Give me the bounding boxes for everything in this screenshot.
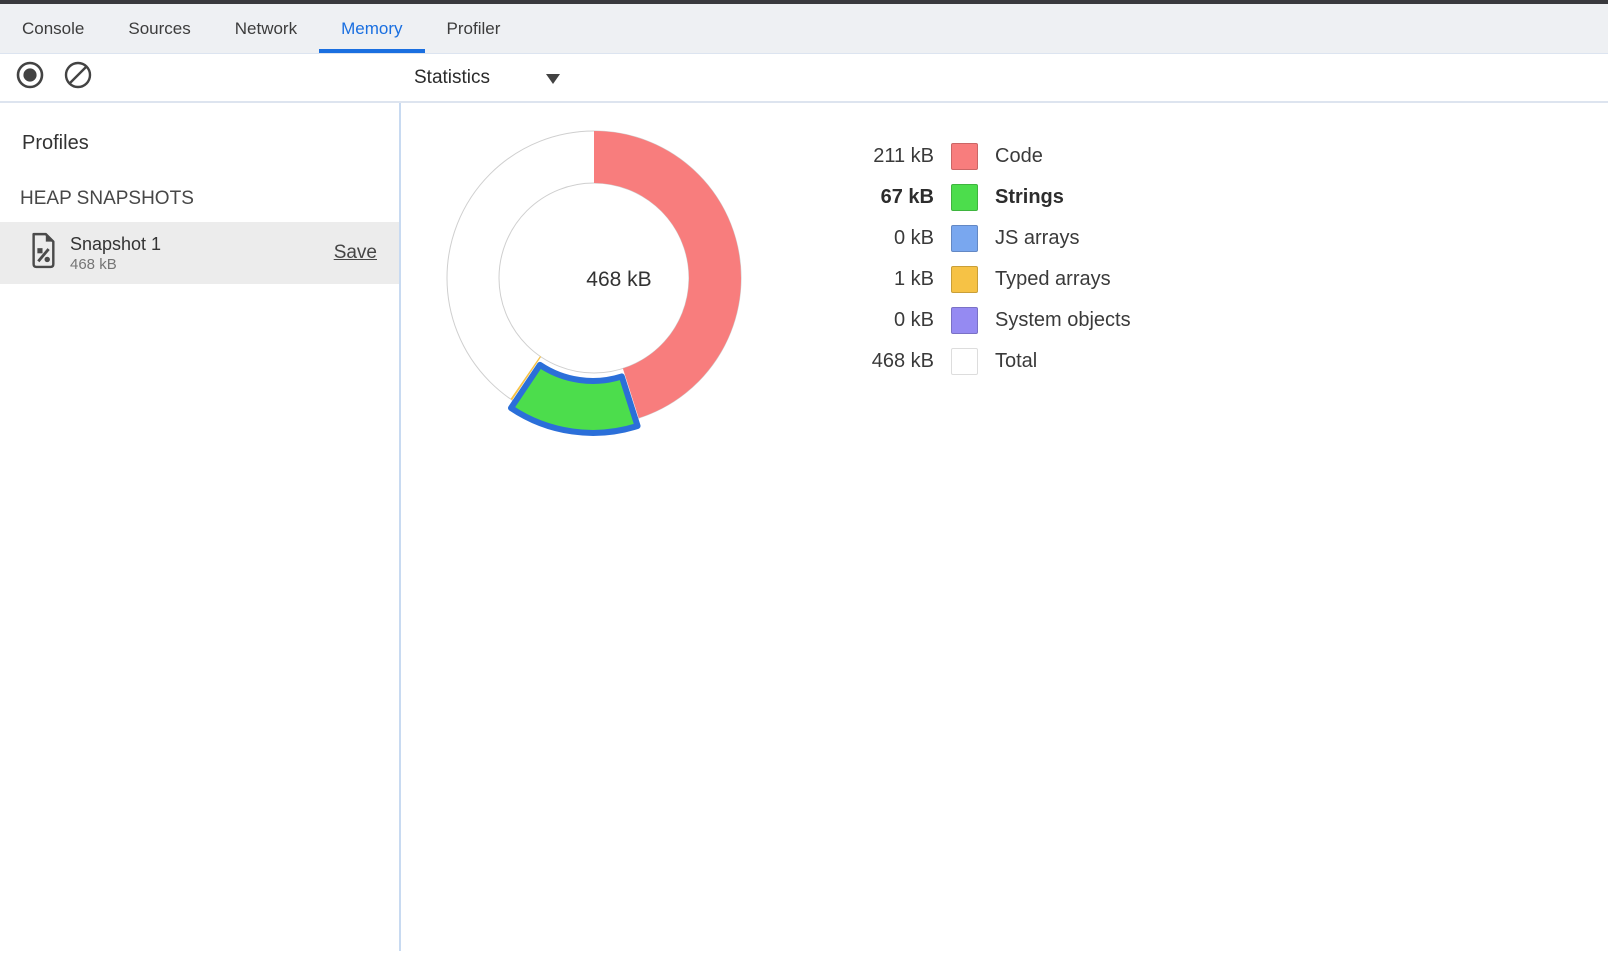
legend-swatch-typed-arrays	[951, 266, 978, 293]
tab-profiler[interactable]: Profiler	[425, 4, 523, 53]
tab-memory[interactable]: Memory	[319, 4, 424, 53]
legend-label: System objects	[995, 309, 1131, 332]
legend-label: JS arrays	[995, 227, 1079, 250]
legend-label: Total	[995, 350, 1037, 373]
legend-row-code[interactable]: 211 kB Code	[834, 136, 1131, 177]
legend-label: Code	[995, 145, 1043, 168]
heap-statistics-donut-chart: 468 kB	[424, 108, 764, 448]
toolbar-right-section: Statistics	[401, 54, 1608, 101]
chart-slice-strings[interactable]	[511, 365, 638, 433]
perspective-dropdown-label: Statistics	[414, 67, 490, 89]
statistics-view: 468 kB 211 kB Code 67 kB Strings 0 kB JS…	[399, 103, 1608, 951]
perspective-dropdown[interactable]: Statistics	[414, 67, 560, 89]
legend-label: Typed arrays	[995, 268, 1111, 291]
panel-body: Profiles HEAP SNAPSHOTS Snapshot 1 468 k…	[0, 103, 1608, 951]
legend-swatch-js-arrays	[951, 225, 978, 252]
chart-legend: 211 kB Code 67 kB Strings 0 kB JS arrays…	[834, 136, 1131, 382]
legend-swatch-code	[951, 143, 978, 170]
legend-value: 468 kB	[834, 350, 934, 373]
legend-swatch-system-objects	[951, 307, 978, 334]
devtools-tab-bar: Console Sources Network Memory Profiler	[0, 4, 1608, 54]
snapshot-texts: Snapshot 1 468 kB	[70, 233, 161, 274]
tab-console[interactable]: Console	[0, 4, 106, 53]
save-snapshot-link[interactable]: Save	[334, 242, 377, 264]
profiles-heading: Profiles	[22, 132, 399, 155]
legend-value: 211 kB	[834, 145, 934, 168]
legend-value: 0 kB	[834, 309, 934, 332]
snapshot-size: 468 kB	[70, 256, 161, 274]
legend-row-total[interactable]: 468 kB Total	[834, 341, 1131, 382]
heap-snapshot-document-icon	[28, 232, 58, 274]
legend-label: Strings	[995, 186, 1064, 209]
record-heap-button[interactable]	[15, 63, 45, 93]
legend-row-typed-arrays[interactable]: 1 kB Typed arrays	[834, 259, 1131, 300]
legend-row-system-objects[interactable]: 0 kB System objects	[834, 300, 1131, 341]
legend-swatch-total	[951, 348, 978, 375]
donut-center-total-label: 468 kB	[559, 268, 679, 292]
record-circle-icon	[15, 60, 45, 95]
legend-row-strings[interactable]: 67 kB Strings	[834, 177, 1131, 218]
chevron-down-icon	[546, 74, 560, 84]
legend-value: 0 kB	[834, 227, 934, 250]
snapshot-list-item[interactable]: Snapshot 1 468 kB Save	[0, 222, 399, 284]
legend-value: 67 kB	[834, 186, 934, 209]
tab-network[interactable]: Network	[213, 4, 319, 53]
legend-row-js-arrays[interactable]: 0 kB JS arrays	[834, 218, 1131, 259]
heap-snapshots-section-heading: HEAP SNAPSHOTS	[20, 188, 399, 210]
profiles-sidebar: Profiles HEAP SNAPSHOTS Snapshot 1 468 k…	[0, 103, 399, 951]
legend-value: 1 kB	[834, 268, 934, 291]
memory-toolbar: Statistics	[0, 54, 1608, 103]
clear-profiles-button[interactable]	[63, 63, 93, 93]
toolbar-left-section	[0, 54, 401, 101]
circle-slash-icon	[63, 60, 93, 95]
legend-swatch-strings	[951, 184, 978, 211]
tab-sources[interactable]: Sources	[106, 4, 212, 53]
snapshot-name: Snapshot 1	[70, 233, 161, 256]
